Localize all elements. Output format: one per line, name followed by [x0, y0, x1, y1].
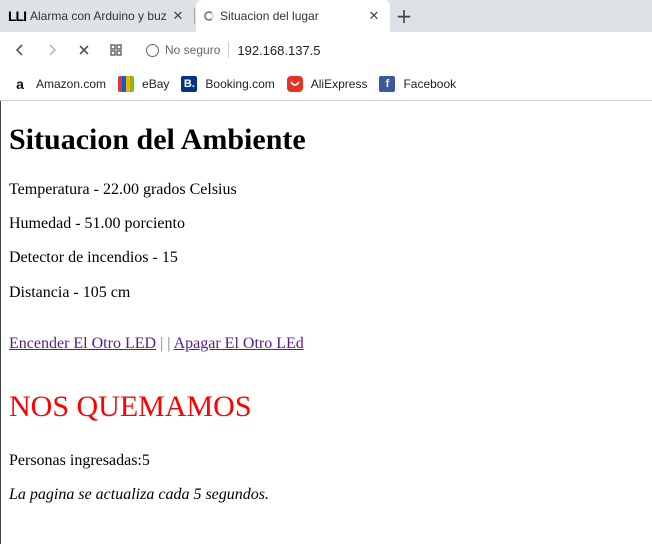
globe-icon[interactable]	[146, 43, 159, 57]
tab-strip: LLI Alarma con Arduino y buz ✕ Situacion…	[0, 0, 652, 32]
distance-reading: Distancia - 105 cm	[9, 284, 131, 301]
page-left-border	[0, 101, 1, 544]
aliexpress-icon	[286, 76, 303, 92]
arrow-left-icon	[15, 44, 23, 56]
new-tab-button[interactable]: +	[392, 4, 416, 28]
humidity-reading: Humedad - 51.00 porciento	[9, 215, 185, 232]
tabs-overview-button[interactable]	[104, 38, 128, 62]
tab-favicon: LLI	[8, 8, 27, 24]
bookmark-label: Booking.com	[205, 77, 275, 91]
refresh-note: La pagina se actualiza cada 5 segundos.	[9, 486, 269, 503]
address-bar[interactable]: No seguro 192.168.137.5	[138, 37, 652, 63]
forward-button[interactable]	[40, 38, 64, 62]
page-title: Situacion del Ambiente	[9, 123, 306, 156]
tab-divider	[194, 8, 195, 24]
security-label[interactable]: No seguro	[165, 43, 220, 57]
bookmark-label: AliExpress	[310, 77, 368, 91]
page-content: Situacion del Ambiente Temperatura - 22.…	[0, 101, 652, 544]
people-count: Personas ingresadas:5	[9, 452, 150, 469]
facebook-icon: f	[379, 76, 396, 92]
bookmark-label: Facebook	[403, 77, 457, 91]
bookmarks-bar: a Amazon.com eBay B. Booking.com AliExpr…	[0, 68, 652, 101]
back-button[interactable]	[8, 38, 32, 62]
url-text[interactable]: 192.168.137.5	[237, 43, 320, 58]
led-controls: Encender El Otro LED | | Apagar El Otro …	[9, 335, 304, 353]
omnibox-divider	[228, 42, 230, 58]
amazon-icon: a	[12, 76, 28, 92]
grid-icon	[110, 44, 122, 56]
arrow-right-icon	[49, 44, 57, 56]
browser-toolbar: No seguro 192.168.137.5	[0, 32, 652, 68]
bookmark-ebay[interactable]: eBay	[118, 76, 169, 92]
stop-icon	[79, 45, 89, 55]
led-on-link[interactable]: Encender El Otro LED	[9, 335, 156, 352]
bookmark-label: Amazon.com	[36, 77, 107, 91]
bookmark-facebook[interactable]: f Facebook	[379, 76, 456, 92]
booking-icon: B.	[181, 76, 198, 92]
temperature-reading: Temperatura - 22.00 grados Celsius	[9, 181, 237, 198]
led-off-link[interactable]: Apagar El Otro LEd	[174, 335, 304, 352]
fire-alert-heading: NOS QUEMAMOS	[9, 390, 252, 423]
smile-icon	[290, 81, 300, 86]
bookmark-booking[interactable]: B. Booking.com	[181, 76, 275, 92]
ebay-icon	[118, 76, 135, 92]
stop-button[interactable]	[72, 38, 96, 62]
bookmark-amazon[interactable]: a Amazon.com	[12, 76, 106, 92]
link-separator: | |	[156, 335, 174, 352]
tab-title: Situacion del lugar	[220, 9, 319, 23]
bookmark-label: eBay	[142, 77, 170, 91]
loading-spinner-icon	[204, 11, 214, 21]
fire-detector-reading: Detector de incendios - 15	[9, 249, 178, 266]
bookmark-aliexpress[interactable]: AliExpress	[286, 76, 368, 92]
tab-situacion[interactable]: Situacion del lugar ✕	[196, 0, 390, 32]
tab-alarma[interactable]: LLI Alarma con Arduino y buz ✕	[0, 0, 194, 32]
close-icon[interactable]: ✕	[168, 6, 188, 26]
tab-title: Alarma con Arduino y buz	[30, 9, 167, 23]
close-icon[interactable]: ✕	[364, 6, 384, 26]
